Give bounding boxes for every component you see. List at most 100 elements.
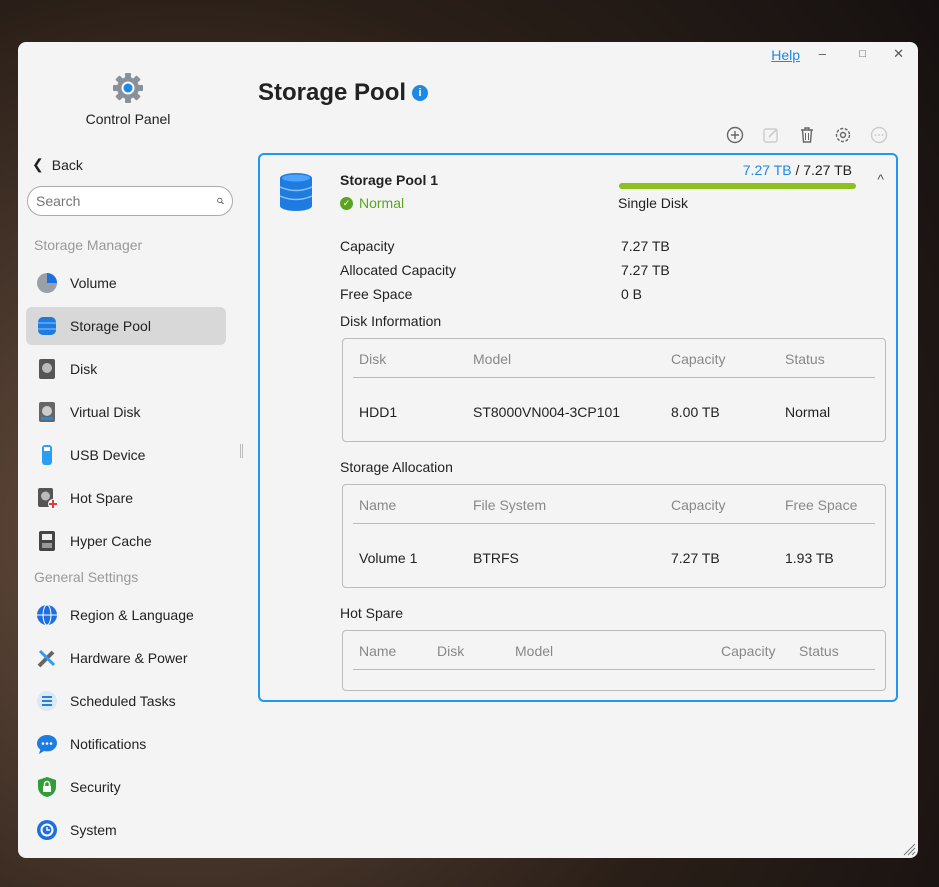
pool-status: ✓ Normal [340, 195, 404, 211]
sidebar-item-disk[interactable]: Disk [26, 350, 226, 388]
pool-usage-text: 7.27 TB / 7.27 TB [743, 162, 852, 178]
column-header: Free Space [785, 497, 858, 513]
table-cell: BTRFS [473, 550, 519, 566]
globe-icon [36, 604, 58, 626]
table-cell: ST8000VN004-3CP101 [473, 404, 621, 420]
column-header: Capacity [671, 351, 726, 367]
disk-info-label: Disk Information [340, 313, 442, 329]
section-label: Storage Manager [34, 237, 143, 253]
sidebar-item-security[interactable]: Security [26, 768, 226, 806]
column-header: Name [359, 497, 397, 513]
hot-spare-table: Name Disk Model Capacity Status [342, 630, 886, 691]
pool-name: Storage Pool 1 [340, 172, 439, 188]
collapse-chevron-icon[interactable]: ^ [877, 171, 884, 187]
maximize-button[interactable]: □ [859, 48, 866, 60]
column-header: Status [799, 643, 839, 659]
sidebar-item-system[interactable]: System [26, 811, 226, 849]
sidebar-item-label: Notifications [70, 736, 147, 752]
column-header: Disk [359, 351, 387, 367]
resize-grip-icon[interactable] [902, 842, 916, 856]
close-button[interactable]: ✕ [893, 46, 904, 62]
sidebar-item-hot-spare[interactable]: Hot Spare [26, 479, 226, 517]
detail-key: Allocated Capacity [340, 262, 456, 278]
edit-icon[interactable] [762, 126, 780, 144]
tools-icon [36, 647, 58, 669]
trash-icon[interactable] [798, 126, 816, 144]
sidebar-item-label: Region & Language [70, 607, 194, 623]
ssd-cache-icon [36, 530, 58, 552]
back-button[interactable]: ❮ Back [32, 156, 83, 173]
sidebar-item-region-language[interactable]: Region & Language [26, 596, 226, 634]
sidebar-item-label: Scheduled Tasks [70, 693, 176, 709]
detail-row: Free Space 0 B [340, 286, 642, 302]
sidebar-resize-handle[interactable] [240, 444, 243, 458]
tasks-icon [36, 690, 58, 712]
section-label: General Settings [34, 569, 139, 585]
search-icon[interactable] [217, 193, 224, 209]
column-header: Disk [437, 643, 465, 659]
back-label: Back [51, 156, 83, 173]
detail-row: Allocated Capacity 7.27 TB [340, 262, 670, 278]
search-input[interactable] [36, 193, 217, 209]
database-icon [36, 315, 58, 337]
sidebar-item-label: Volume [70, 275, 117, 291]
column-header: Status [785, 351, 825, 367]
virtual-disk-icon [36, 401, 58, 423]
add-icon[interactable] [726, 126, 744, 144]
storage-allocation-label: Storage Allocation [340, 459, 453, 475]
sidebar-item-notifications[interactable]: Notifications [26, 725, 226, 763]
pie-chart-icon [36, 272, 58, 294]
storage-allocation-table: Name File System Capacity Free Space Volume … [342, 484, 886, 588]
search-box [27, 186, 233, 216]
chevron-left-icon: ❮ [32, 156, 44, 172]
page-title: Storage Pool i [258, 79, 429, 107]
sidebar-item-scheduled-tasks[interactable]: Scheduled Tasks [26, 682, 226, 720]
table-cell: 1.93 TB [785, 550, 834, 566]
control-panel-window: Control Panel ❮ Back Storage Manager Volum… [18, 42, 918, 858]
sidebar-item-hardware-power[interactable]: Hardware & Power [26, 639, 226, 677]
sidebar-item-label: System [70, 822, 117, 838]
detail-row: Capacity 7.27 TB [340, 238, 670, 254]
usage-bar [619, 183, 856, 189]
help-link[interactable]: Help [771, 47, 800, 63]
sidebar-item-storage-pool[interactable]: Storage Pool [26, 307, 226, 345]
gear-icon [113, 73, 143, 103]
column-header: Model [473, 351, 512, 367]
hard-disk-icon [36, 358, 58, 380]
detail-key: Free Space [340, 286, 413, 302]
sidebar-item-label: USB Device [70, 447, 146, 463]
sidebar-item-label: Disk [70, 361, 98, 377]
more-icon[interactable] [870, 126, 888, 144]
sidebar-item-hyper-cache[interactable]: Hyper Cache [26, 522, 226, 560]
hot-spare-icon [36, 487, 58, 509]
info-icon[interactable]: i [412, 85, 429, 101]
detail-value: 7.27 TB [621, 238, 670, 254]
sidebar-item-usb-device[interactable]: USB Device [26, 436, 226, 474]
column-header: Capacity [721, 643, 776, 659]
table-cell: 8.00 TB [671, 404, 720, 420]
settings-gear-icon[interactable] [834, 126, 852, 144]
sidebar-item-volume[interactable]: Volume [26, 264, 226, 302]
used-capacity: 7.27 TB [742, 162, 792, 178]
sidebar-item-label: Hyper Cache [70, 533, 152, 549]
sidebar-item-label: Security [70, 779, 121, 795]
table-cell: HDD1 [359, 404, 398, 420]
table-cell: Volume 1 [359, 550, 418, 566]
column-header: Capacity [671, 497, 726, 513]
detail-value: 0 B [621, 286, 643, 302]
sidebar-item-label: Virtual Disk [70, 404, 141, 420]
sidebar-item-virtual-disk[interactable]: Virtual Disk [26, 393, 226, 431]
system-icon [36, 819, 58, 841]
table-cell: 7.27 TB [671, 550, 720, 566]
pool-status-text: Normal [359, 195, 405, 211]
detail-key: Capacity [340, 238, 395, 254]
pool-type: Single Disk [618, 195, 689, 211]
sidebar-item-label: Storage Pool [70, 318, 151, 334]
chat-icon [36, 733, 58, 755]
table-cell: Normal [785, 404, 831, 420]
minimize-button[interactable]: – [819, 46, 826, 61]
detail-value: 7.27 TB [621, 262, 670, 278]
column-header: File System [473, 497, 547, 513]
table-header: Disk Model Capacity Status [353, 351, 875, 378]
storage-pool-card[interactable]: Storage Pool 1 ✓ Normal 7.27 TB / 7.27 TB… [258, 153, 898, 702]
